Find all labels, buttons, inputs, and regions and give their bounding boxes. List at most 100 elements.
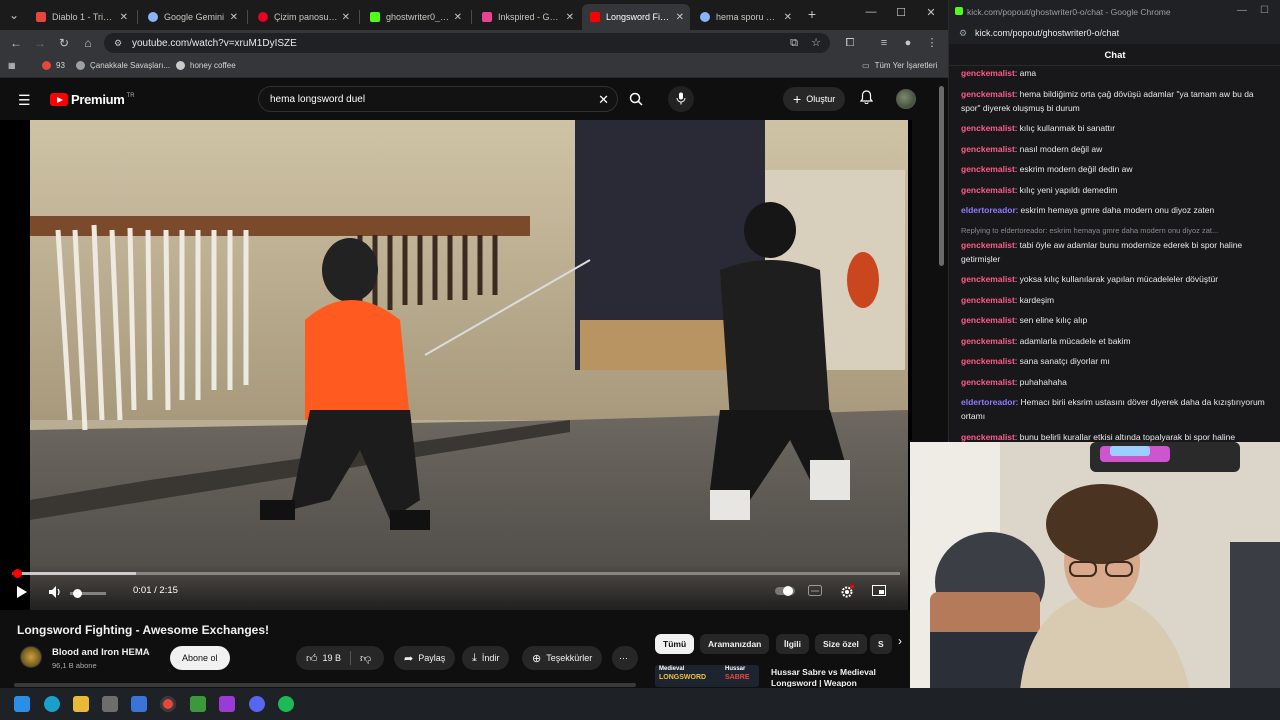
thanks-button[interactable]: ⊕ Teşekkürler [522,646,603,670]
extensions-icon[interactable]: ⧠ [842,35,858,51]
clear-search-icon[interactable]: ✕ [598,92,609,108]
chat-username[interactable]: genckemalist [961,274,1015,284]
video-frame[interactable] [30,120,908,610]
apps-grid-icon[interactable]: ▦ [8,61,16,70]
reload-icon[interactable]: ↻ [56,35,72,51]
youtube-logo[interactable]: Premium TR [50,92,135,107]
menu-kebab-icon[interactable]: ⋮ [924,35,940,51]
bookmark-honey-coffee[interactable]: honey coffee [176,61,236,70]
media-controls-icon[interactable]: ≡ [876,35,892,51]
hamburger-menu-icon[interactable]: ☰ [18,92,31,109]
close-tab-icon[interactable]: ✕ [566,12,574,23]
profile-icon[interactable]: ● [900,35,916,51]
dislike-button[interactable]: 👎︎ [360,652,376,665]
video-player[interactable]: 0:01 / 2:15 [0,120,912,610]
chat-username[interactable]: genckemalist [961,295,1015,305]
volume-handle[interactable] [73,589,82,598]
create-button[interactable]: + Oluştur [783,87,846,111]
new-tab-icon[interactable]: + [804,6,820,22]
close-tab-icon[interactable]: ✕ [342,12,350,23]
subtitles-icon[interactable] [808,585,822,599]
all-bookmarks[interactable]: ▭ Tüm Yer İşaretleri [862,61,937,70]
volume-slider[interactable] [70,589,106,598]
recommended-thumbnail[interactable]: Medieval LONGSWORD Hussar SABRE [655,665,759,687]
chat-message-list[interactable]: genckemalist: ama genckemalist: hema bild… [949,66,1280,442]
chat-username[interactable]: genckemalist [961,144,1015,154]
chip-next[interactable]: S [870,634,892,654]
channel-avatar[interactable] [20,646,42,668]
chat-username[interactable]: genckemalist [961,89,1015,99]
forward-icon[interactable]: → [32,35,48,51]
chrome-icon[interactable] [160,696,176,712]
minimize-icon[interactable]: — [862,6,880,18]
minimize-icon[interactable]: — [1237,5,1247,16]
autoplay-toggle-icon[interactable] [774,585,796,600]
more-actions-icon[interactable]: ⋯ [612,646,638,670]
progress-bar[interactable] [12,569,900,578]
channel-name[interactable]: Blood and Iron HEMA [52,647,150,658]
edge-icon[interactable] [44,696,60,712]
chat-username[interactable]: genckemalist [961,185,1015,195]
site-info-icon[interactable]: ⚙ [114,38,124,48]
maximize-icon[interactable]: ☐ [1260,5,1269,16]
store-icon[interactable] [102,696,118,712]
chat-username[interactable]: eldertoreador [961,205,1016,215]
windows-start-icon[interactable] [14,696,30,712]
bookmark-star-icon[interactable]: ☆ [808,35,824,51]
back-icon[interactable]: ← [8,35,24,51]
chat-username[interactable]: genckemalist [961,164,1015,174]
chat-username[interactable]: eldertoreador [961,397,1016,407]
close-tab-icon[interactable]: ✕ [454,12,462,23]
subscribe-button[interactable]: Abone ol [170,646,230,670]
avatar[interactable] [896,89,916,109]
file-explorer-icon[interactable] [73,696,89,712]
play-icon[interactable] [16,585,28,602]
kick-url-bar[interactable]: ⚙ kick.com/popout/ghostwriter0-o/chat [949,24,1280,44]
bookmark-canakkale[interactable]: Çanakkale Savaşları... [76,61,170,70]
chevron-right-icon[interactable]: › [898,634,902,648]
close-tab-icon[interactable]: ✕ [676,12,684,23]
tab-inkspired[interactable]: Inkspired - Gecel ✕ [474,4,580,30]
tab-diablo[interactable]: Diablo 1 - Tristram ✕ [28,4,134,30]
download-button[interactable]: ⤓ İndir [462,646,510,670]
chat-username[interactable]: genckemalist [961,377,1015,387]
chat-username[interactable]: genckemalist [961,240,1015,250]
search-input[interactable]: hema longsword duel ✕ [258,86,618,112]
discord-icon[interactable] [249,696,265,712]
share-button[interactable]: ➦ Paylaş [394,646,456,670]
chip-from-search[interactable]: Aramanızdan [700,634,770,654]
address-bar[interactable]: ⚙ youtube.com/watch?v=xruM1DyISZE [104,33,830,53]
tab-search-icon[interactable]: ⌄ [6,7,22,23]
microphone-icon[interactable] [668,86,694,112]
volume-icon[interactable] [48,585,62,602]
scrubber-handle[interactable] [13,569,22,578]
chat-username[interactable]: genckemalist [961,315,1015,325]
tab-hema[interactable]: hema sporu nedir ✕ [692,4,798,30]
miniplayer-icon[interactable] [872,585,886,599]
chat-username[interactable]: genckemalist [961,432,1015,442]
tab-gemini[interactable]: Google Gemini ✕ [140,4,244,30]
close-tab-icon[interactable]: ✕ [784,12,792,23]
page-scrollbar[interactable] [939,86,944,266]
chat-username[interactable]: genckemalist [961,123,1015,133]
close-tab-icon[interactable]: ✕ [230,12,238,23]
bookmark-93[interactable]: 93 [42,61,65,70]
close-window-icon[interactable]: ✕ [922,6,940,19]
tab-pinterest[interactable]: Çizim panosundan ✕ [250,4,356,30]
close-tab-icon[interactable]: ✕ [120,12,128,23]
tab-kick[interactable]: ghostwriter0_o St ✕ [362,4,468,30]
maximize-icon[interactable]: ☐ [892,6,910,19]
horizontal-scrollbar[interactable] [14,683,636,687]
recommended-title[interactable]: Hussar Sabre vs Medieval Longsword | Wea… [771,667,911,687]
home-icon[interactable]: ⌂ [80,35,96,51]
notifications-bell-icon[interactable] [859,90,874,107]
spotify-icon[interactable] [278,696,294,712]
tab-longsword[interactable]: Longsword Fighti ✕ [582,4,690,30]
chat-username[interactable]: genckemalist [961,336,1015,346]
chat-username[interactable]: genckemalist [961,356,1015,366]
minecraft-icon[interactable] [190,696,206,712]
search-icon[interactable] [622,86,650,112]
outlook-icon[interactable] [131,696,147,712]
chip-for-you[interactable]: Size özel [815,634,867,654]
site-info-icon[interactable]: ⚙ [959,28,967,39]
